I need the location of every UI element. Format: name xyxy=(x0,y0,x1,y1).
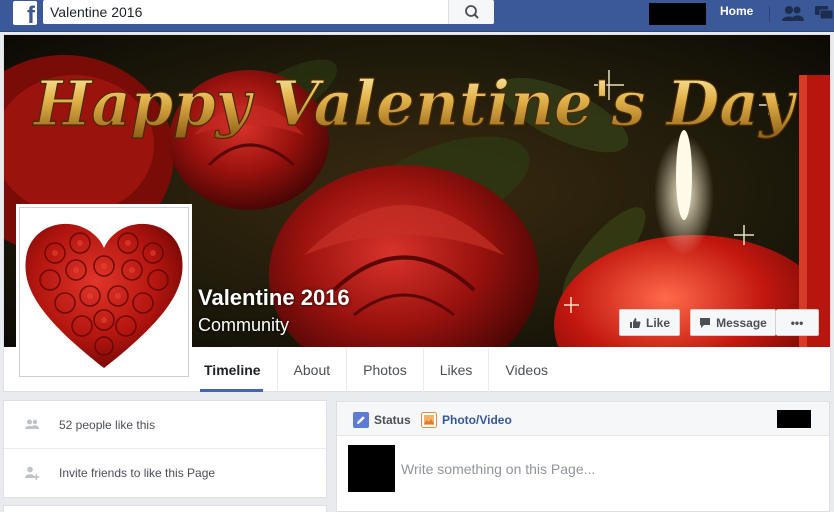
tab-timeline[interactable]: Timeline xyxy=(200,348,278,392)
search-box xyxy=(43,0,494,24)
photo-icon xyxy=(421,412,437,428)
redacted-audience-selector[interactable] xyxy=(777,410,811,428)
page-title: Valentine 2016 xyxy=(198,285,350,310)
messages-icon[interactable] xyxy=(814,4,834,24)
tab-videos[interactable]: Videos xyxy=(489,348,564,392)
status-tab[interactable]: Status xyxy=(353,412,411,428)
page-header: Happy Valentine's Day Valentine 2016 Com… xyxy=(3,34,831,392)
tab-photos[interactable]: Photos xyxy=(347,348,424,392)
redacted-user-name xyxy=(649,3,706,25)
search-input[interactable] xyxy=(43,0,448,24)
people-icon xyxy=(25,419,39,429)
profile-picture[interactable] xyxy=(19,207,189,377)
message-bubble-icon xyxy=(700,317,711,328)
divider xyxy=(769,6,770,22)
page-tabs: Timeline About Photos Likes Videos xyxy=(200,348,564,392)
message-button[interactable]: Message xyxy=(690,309,776,336)
post-text-input[interactable] xyxy=(401,459,801,479)
page-category[interactable]: Community xyxy=(198,315,289,336)
post-composer: Status Photo/Video xyxy=(336,401,830,512)
redacted-avatar xyxy=(348,445,395,492)
friend-requests-icon[interactable] xyxy=(781,4,805,24)
page-info-card: 52 people like this Invite friends to li… xyxy=(3,400,327,498)
search-button[interactable] xyxy=(448,0,494,24)
tab-likes[interactable]: Likes xyxy=(424,348,490,392)
invite-friends-text: Invite friends to like this Page xyxy=(59,466,216,480)
invite-friends-row[interactable]: Invite friends to like this Page xyxy=(4,449,326,497)
tab-about[interactable]: About xyxy=(278,348,348,392)
add-person-icon xyxy=(25,466,40,480)
more-icon: ••• xyxy=(790,315,804,330)
likes-row[interactable]: 52 people like this xyxy=(4,401,326,449)
rose-heart-image xyxy=(25,223,183,368)
search-icon xyxy=(465,5,479,19)
photo-video-tab[interactable]: Photo/Video xyxy=(421,412,512,428)
next-card-edge xyxy=(3,505,327,512)
facebook-logo-icon[interactable]: f xyxy=(13,1,37,28)
thumbs-up-icon xyxy=(629,317,641,328)
home-link[interactable]: Home xyxy=(720,4,753,18)
composer-tabs: Status Photo/Video xyxy=(337,402,829,436)
pencil-icon xyxy=(353,412,369,428)
likes-count-text: 52 people like this xyxy=(59,417,156,432)
cover-banner-text: Happy Valentine's Day xyxy=(32,67,798,140)
top-navigation-bar: f Home xyxy=(0,0,834,32)
more-options-button[interactable]: ••• xyxy=(776,309,819,336)
like-button[interactable]: Like xyxy=(619,309,680,336)
